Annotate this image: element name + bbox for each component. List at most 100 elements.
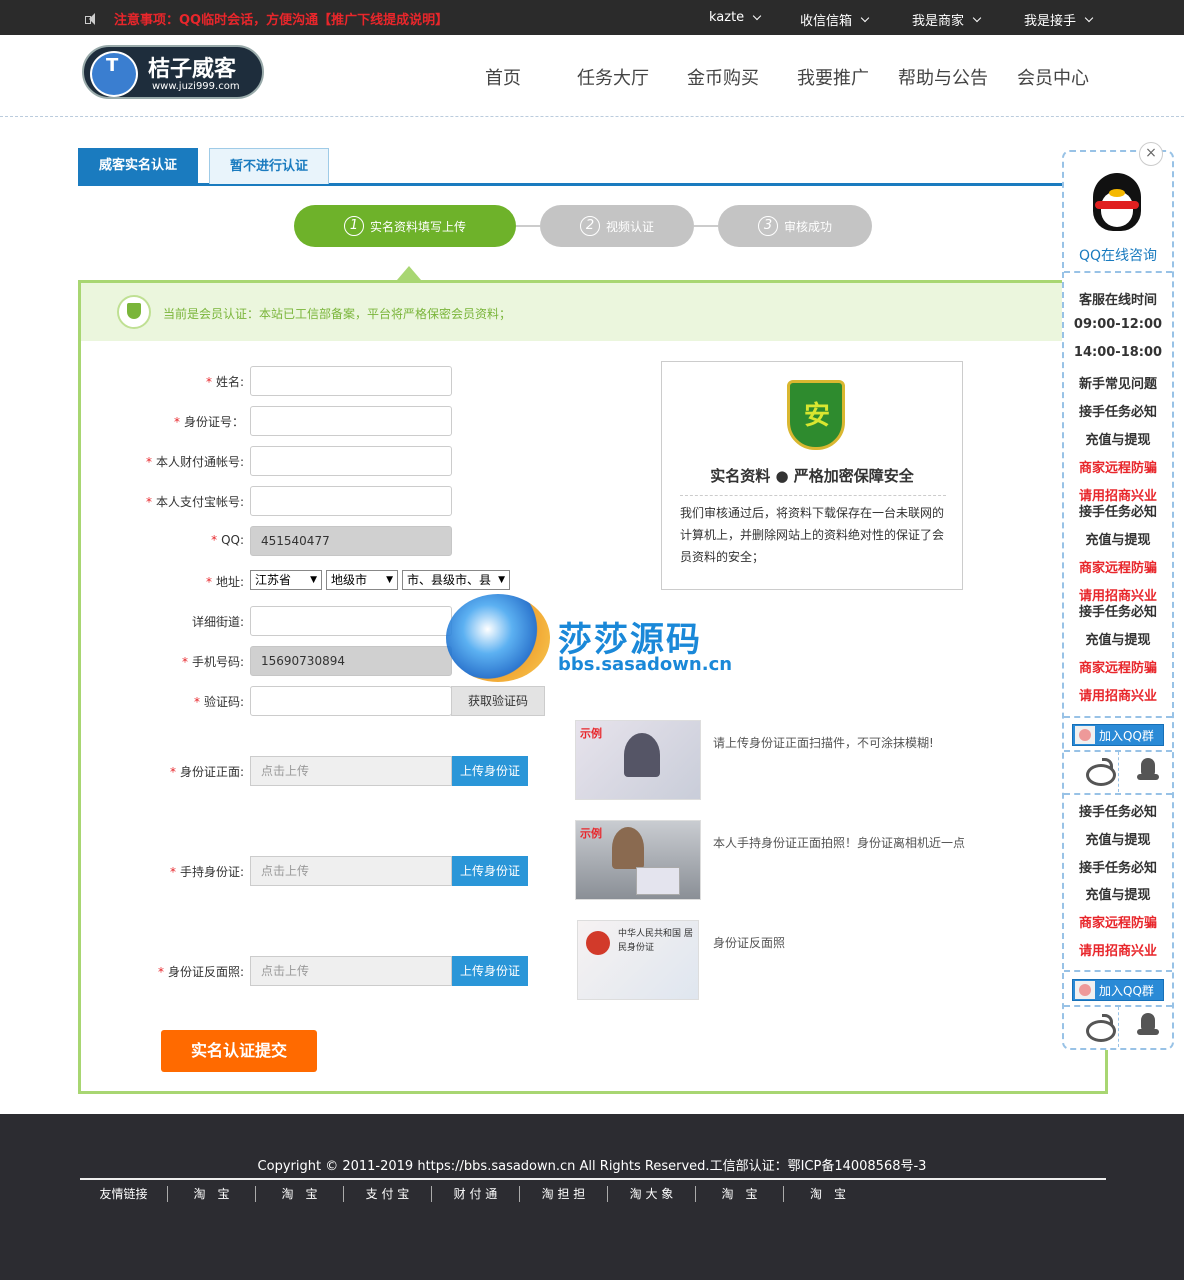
tenpay-input[interactable] [250, 446, 452, 476]
info-bar: 当前是会员认证：本站已工信部备案，平台将严格保密会员资料； [81, 283, 1105, 341]
code-input[interactable] [250, 686, 452, 716]
group-avatar-icon [1075, 981, 1095, 999]
submit-button[interactable]: 实名认证提交 [161, 1030, 317, 1072]
id-front-label: 身份证正面: [179, 765, 244, 779]
id-hand-upload-field[interactable]: 点击上传 [250, 856, 452, 886]
alipay-input[interactable] [250, 486, 452, 516]
join-qq-group-button[interactable]: 加入QQ群 [1072, 979, 1164, 1001]
footer-link[interactable]: 淘 宝 [696, 1186, 784, 1202]
name-label: 姓名: [215, 375, 244, 389]
province-value: 江苏省 [255, 573, 292, 587]
id-back-upload-button[interactable]: 上传身份证 [452, 956, 528, 986]
nav-task-hall[interactable]: 任务大厅 [577, 64, 649, 90]
qq-icon[interactable] [1137, 756, 1159, 784]
alipay-label: 本人支付宝帐号: [155, 495, 244, 509]
chevron-down-icon [1084, 13, 1094, 23]
sidebar-item[interactable]: 接手任务必知 [1064, 601, 1172, 620]
weibo-icon[interactable] [1084, 1012, 1116, 1042]
sidebar-item[interactable]: 接手任务必知 [1064, 501, 1172, 520]
sidebar-item[interactable]: 充值与提现 [1064, 829, 1172, 848]
tab-realname-auth[interactable]: 威客实名认证 [78, 148, 198, 184]
chevron-down-icon [972, 13, 982, 23]
qq-icon[interactable] [1137, 1011, 1159, 1039]
inbox-label: 收信信箱 [800, 14, 853, 29]
sidebar-item[interactable]: 请用招商兴业 [1064, 685, 1172, 704]
sidebar-item[interactable]: 接手任务必知 [1064, 401, 1172, 420]
sidebar-item[interactable]: 充值与提现 [1064, 529, 1172, 548]
sidebar-item[interactable]: 商家远程防骗 [1064, 557, 1172, 576]
required-mark: * [193, 695, 200, 709]
inbox-menu[interactable]: 收信信箱 [800, 10, 870, 29]
sidebar-item[interactable]: 充值与提现 [1064, 884, 1172, 903]
id-back-row: * 身份证反面照: [80, 956, 244, 986]
shield-icon [117, 295, 151, 329]
footer-link[interactable]: 淘 宝 [784, 1186, 872, 1202]
divider [680, 495, 946, 496]
watermark: 莎莎源码 bbs.sasadown.cn [446, 592, 746, 684]
step-number: 3 [757, 216, 778, 236]
footer-link[interactable]: 淘 担 担 [520, 1186, 608, 1202]
city-select[interactable]: 地级市 ▼ [326, 570, 398, 590]
notice-link[interactable]: 注意事项：QQ临时会话，方便沟通【推广下线提成说明】 [114, 9, 448, 28]
join-qq-group-button[interactable]: 加入QQ群 [1072, 724, 1164, 746]
required-mark: * [205, 375, 212, 389]
sidebar-item[interactable]: 充值与提现 [1064, 629, 1172, 648]
logo-mascot-icon [90, 51, 138, 97]
nav-member-center[interactable]: 会员中心 [1017, 64, 1089, 90]
id-card-image [636, 867, 680, 895]
id-front-sample-image: 示例 [575, 720, 701, 800]
footer-link[interactable]: 财 付 通 [432, 1186, 520, 1202]
required-mark: * [145, 495, 152, 509]
county-select[interactable]: 市、县级市、县 ▼ [402, 570, 510, 590]
tab-skip-auth[interactable]: 暂不进行认证 [209, 148, 329, 184]
id-hand-sample-image: 示例 [575, 820, 701, 900]
qq-online-link[interactable]: QQ在线咨询 [1064, 245, 1172, 265]
merchant-label: 我是商家 [912, 14, 965, 29]
sidebar-item[interactable]: 商家远程防骗 [1064, 457, 1172, 476]
phone-input[interactable]: 15690730894 [250, 646, 452, 676]
sidebar-item[interactable]: 新手常见问题 [1064, 373, 1172, 392]
sidebar-item[interactable]: 请用招商兴业 [1064, 940, 1172, 959]
sidebar-item[interactable]: 商家远程防骗 [1064, 912, 1172, 931]
province-select[interactable]: 江苏省 ▼ [250, 570, 322, 590]
id-back-upload-field[interactable]: 点击上传 [250, 956, 452, 986]
id-front-upload-button[interactable]: 上传身份证 [452, 756, 528, 786]
required-mark: * [145, 455, 152, 469]
footer-link[interactable]: 淘 宝 [256, 1186, 344, 1202]
nav-home[interactable]: 首页 [485, 64, 521, 90]
receiver-menu[interactable]: 我是接手 [1024, 10, 1094, 29]
merchant-menu[interactable]: 我是商家 [912, 10, 982, 29]
footer-link[interactable]: 淘 大 象 [608, 1186, 696, 1202]
weibo-icon[interactable] [1084, 756, 1116, 786]
qq-row: * QQ: [80, 526, 244, 556]
name-input[interactable] [250, 366, 452, 396]
phone-row: * 手机号码: [80, 646, 244, 676]
step-number: 2 [579, 216, 600, 236]
street-input[interactable] [250, 606, 452, 636]
id-back-label: 身份证反面照: [167, 965, 244, 979]
qq-input[interactable]: 451540477 [250, 526, 452, 556]
qq-penguin-icon[interactable] [1087, 163, 1147, 233]
sidebar-item[interactable]: 接手任务必知 [1064, 857, 1172, 876]
id-front-upload-field[interactable]: 点击上传 [250, 756, 452, 786]
divider [1064, 271, 1172, 273]
site-logo[interactable]: 桔子威客 www.juzi999.com [82, 45, 264, 99]
qq-label: QQ: [221, 533, 244, 547]
user-menu[interactable]: kazte [709, 10, 762, 25]
footer-link[interactable]: 支 付 宝 [344, 1186, 432, 1202]
divider [1064, 716, 1172, 718]
sample-tag: 示例 [580, 727, 602, 740]
get-code-button[interactable]: 获取验证码 [451, 686, 545, 716]
user-name: kazte [709, 10, 745, 25]
footer-link[interactable]: 淘 宝 [168, 1186, 256, 1202]
sidebar-item[interactable]: 接手任务必知 [1064, 801, 1172, 820]
idcard-input[interactable] [250, 406, 452, 436]
nav-help[interactable]: 帮助与公告 [898, 64, 988, 90]
sidebar-item[interactable]: 商家远程防骗 [1064, 657, 1172, 676]
top-bar: 注意事项：QQ临时会话，方便沟通【推广下线提成说明】 kazte 收信信箱 我是… [0, 0, 1184, 35]
nav-promote[interactable]: 我要推广 [797, 64, 869, 90]
sidebar-item[interactable]: 充值与提现 [1064, 429, 1172, 448]
divider [1118, 1007, 1119, 1047]
id-hand-upload-button[interactable]: 上传身份证 [452, 856, 528, 886]
nav-buy-coins[interactable]: 金币购买 [687, 64, 759, 90]
